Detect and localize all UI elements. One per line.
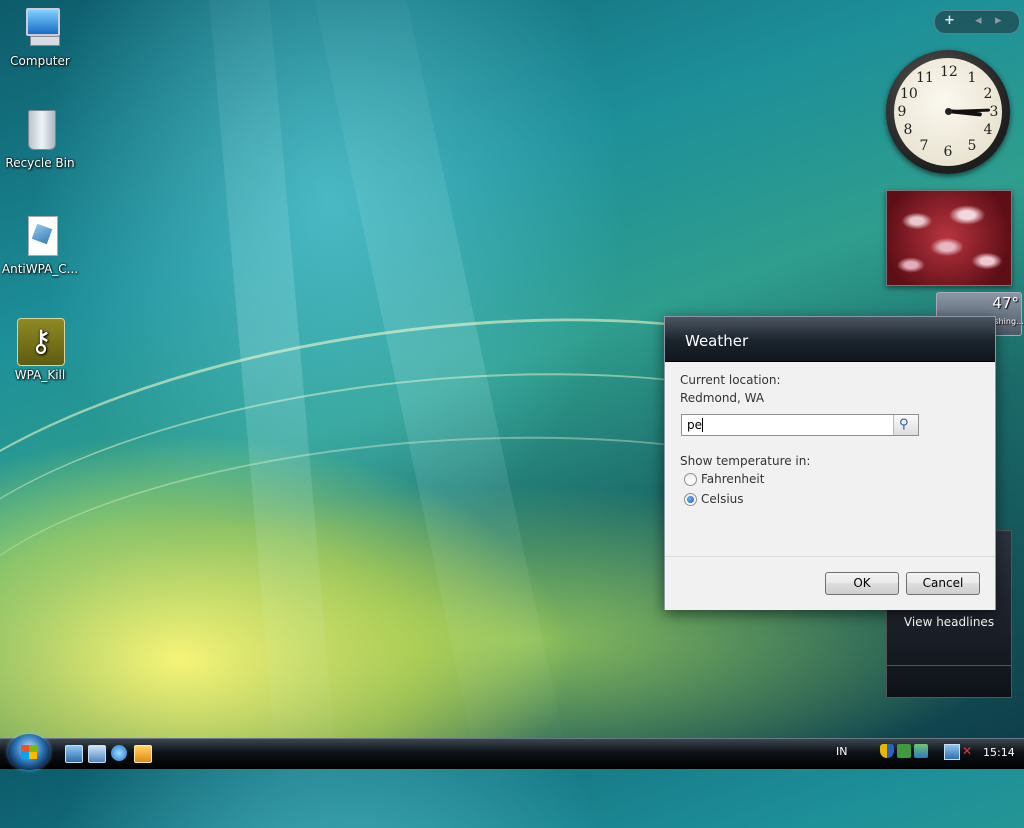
location-search-field[interactable]: pe ⚲ (681, 414, 919, 436)
clock-number: 8 (903, 122, 913, 138)
previous-page-icon[interactable]: ◂ (975, 13, 982, 28)
clock-number: 6 (943, 144, 953, 160)
cancel-button[interactable]: Cancel (906, 572, 980, 595)
clock-number: 10 (900, 86, 918, 102)
text-cursor (702, 418, 703, 432)
clock-face: 12 1 2 3 4 5 6 7 8 9 10 11 (894, 58, 1002, 166)
fahrenheit-option[interactable]: Fahrenheit (684, 472, 824, 488)
desktop-icon-label: WPA_Kill (14, 368, 66, 382)
internet-explorer-icon[interactable] (111, 745, 127, 761)
search-button[interactable]: ⚲ (893, 415, 918, 435)
network-icon[interactable] (944, 744, 960, 760)
clock-number: 3 (989, 104, 999, 120)
language-indicator[interactable]: IN (836, 745, 847, 758)
clock-gadget[interactable]: 12 1 2 3 4 5 6 7 8 9 10 11 (886, 50, 1010, 174)
show-desktop-icon[interactable] (65, 745, 83, 763)
desktop-icon-antiwpa[interactable]: AntiWPA_C... (0, 212, 80, 276)
taskbar-clock[interactable]: 15:14 (983, 746, 1015, 759)
defender-icon[interactable] (897, 744, 911, 758)
dialog-title: Weather (665, 317, 995, 362)
desktop-icon-recycle-bin[interactable]: Recycle Bin (0, 106, 80, 170)
location-search-input[interactable]: pe (687, 418, 702, 432)
add-gadget-button[interactable]: + (944, 13, 955, 28)
clock-number: 12 (940, 64, 958, 80)
security-shield-icon[interactable] (880, 744, 894, 758)
weather-settings-dialog: Weather Current location: Redmond, WA pe… (664, 316, 996, 610)
windows-logo-icon (21, 745, 37, 759)
clock-number: 2 (983, 86, 993, 102)
media-player-icon[interactable] (134, 745, 152, 763)
clock-number: 1 (967, 70, 977, 86)
sidebar-toolbar: + ◂ ▸ (934, 10, 1020, 34)
celsius-option[interactable]: Celsius (684, 492, 824, 508)
switch-windows-icon[interactable] (88, 745, 106, 763)
view-headlines-link[interactable]: View headlines (887, 615, 1011, 629)
dialog-footer: OK Cancel (665, 556, 995, 610)
clock-number: 9 (897, 104, 907, 120)
celsius-radio[interactable] (684, 493, 697, 506)
celsius-label: Celsius (701, 492, 744, 506)
taskbar: IN 15:14 (0, 738, 1024, 769)
clock-number: 4 (983, 122, 993, 138)
desktop-icon-wpa-kill[interactable]: ⚷ WPA_Kill (0, 318, 80, 382)
frosted-leaves-image (887, 191, 1011, 285)
key-icon: ⚷ (16, 318, 65, 366)
volume-muted-icon[interactable]: ✕ (962, 744, 976, 758)
current-location-value: Redmond, WA (680, 391, 765, 405)
desktop-icon-label: Computer (10, 54, 70, 68)
desktop-icon-label: AntiWPA_C... (1, 262, 79, 276)
desktop-icon-computer[interactable]: Computer (0, 4, 80, 68)
ok-button[interactable]: OK (825, 572, 899, 595)
document-icon (16, 212, 64, 260)
desktop-icon-label: Recycle Bin (5, 156, 75, 170)
start-button[interactable] (8, 734, 50, 770)
weather-temperature: 47° (992, 294, 1019, 312)
update-icon[interactable] (914, 744, 928, 758)
recycle-bin-icon (16, 106, 64, 154)
next-page-icon[interactable]: ▸ (995, 13, 1002, 28)
fahrenheit-label: Fahrenheit (701, 472, 765, 486)
dialog-body: Current location: Redmond, WA pe ⚲ Show … (665, 362, 995, 556)
fahrenheit-radio[interactable] (684, 473, 697, 486)
clock-number: 11 (916, 70, 934, 86)
current-location-label: Current location: (680, 373, 781, 387)
slideshow-gadget[interactable] (886, 190, 1012, 286)
search-icon: ⚲ (899, 417, 909, 432)
clock-number: 5 (967, 138, 977, 154)
show-temperature-label: Show temperature in: (680, 454, 811, 468)
computer-icon (16, 4, 64, 52)
clock-number: 7 (919, 138, 929, 154)
